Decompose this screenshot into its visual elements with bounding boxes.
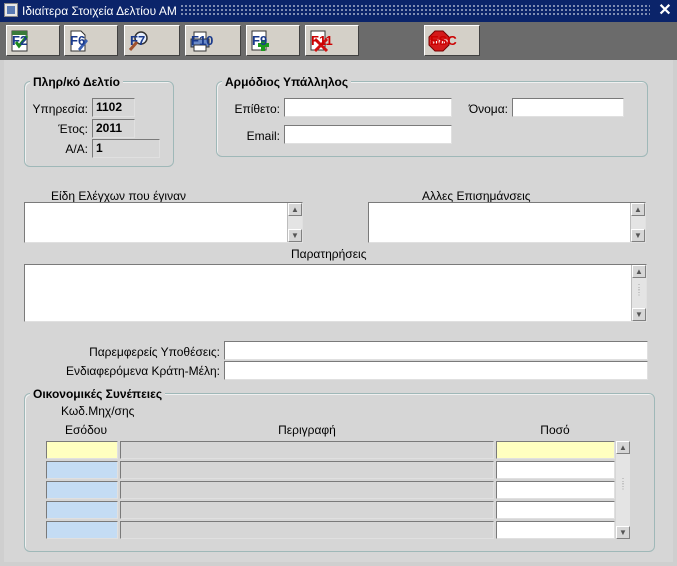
checks-types-textarea[interactable]: ▲ ▼ (24, 202, 303, 243)
year-field[interactable]: 2011 (92, 119, 135, 138)
description-cell[interactable] (120, 501, 494, 519)
aa-label: Α/Α: (65, 142, 88, 156)
title-bar-pattern (180, 4, 650, 16)
email-label: Email: (246, 129, 280, 143)
f2-label: F2 (12, 32, 28, 48)
description-cell[interactable] (120, 481, 494, 499)
code-header-line2: Εσόδου (65, 423, 107, 437)
other-notes-textarea[interactable]: ▲ ▼ (368, 202, 646, 243)
f10-button[interactable]: F10 (185, 25, 241, 56)
amount-cell[interactable] (496, 501, 615, 519)
service-field[interactable]: 1102 (92, 98, 135, 117)
surname-input[interactable] (284, 98, 452, 117)
officer-group (216, 81, 648, 157)
remarks-label: Παρατηρήσεις (291, 247, 367, 261)
scroll-down-icon[interactable]: ▼ (632, 308, 646, 321)
window-app-icon (4, 3, 18, 17)
scroll-up-icon[interactable]: ▲ (288, 203, 302, 216)
description-cell[interactable] (120, 441, 494, 459)
other-notes-scrollbar[interactable]: ▲ ▼ (630, 203, 645, 242)
scroll-down-icon[interactable]: ▼ (631, 229, 645, 242)
scroll-up-icon[interactable]: ▲ (616, 441, 630, 454)
other-notes-label: Αλλες Επισημάνσεις (422, 189, 531, 203)
amount-cell[interactable] (496, 481, 615, 499)
f6-button[interactable]: F6 (64, 25, 118, 56)
year-label: Έτος: (58, 122, 88, 136)
name-label: Όνομα: (468, 102, 508, 116)
f7-button[interactable]: F7 (124, 25, 180, 56)
toolbar: F2 F6 F7 F10 F9 F11 STOP ESC (0, 22, 677, 60)
f10-label: F10 (191, 32, 214, 48)
esc-button[interactable]: STOP ESC (424, 25, 480, 56)
description-cell[interactable] (120, 521, 494, 539)
f6-label: F6 (70, 32, 86, 48)
related-cases-label: Παρεμφερείς Υποθέσεις: (89, 345, 220, 359)
amount-cell[interactable] (496, 441, 615, 459)
checks-types-scrollbar[interactable]: ▲ ▼ (287, 203, 302, 242)
email-input[interactable] (284, 125, 452, 144)
scroll-up-icon[interactable]: ▲ (631, 203, 645, 216)
scroll-grip-icon: ⋮ ⋮ (619, 477, 628, 491)
name-input[interactable] (512, 98, 624, 117)
f11-label: F11 (311, 32, 333, 48)
member-states-label: Ενδιαφερόμενα Κράτη-Μέλη: (66, 364, 220, 378)
amount-header: Ποσό (540, 423, 570, 437)
f9-button[interactable]: F9 (246, 25, 300, 56)
revenue-code-cell[interactable] (46, 521, 118, 539)
bulletin-info-title: Πληρ/κό Δελτίο (30, 75, 123, 89)
f11-button[interactable]: F11 (305, 25, 359, 56)
window-title: Ιδιαίτερα Στοιχεία Δελτίου ΑΜ (22, 4, 177, 18)
financial-group-title: Οικονομικές Συνέπειες (30, 387, 166, 401)
member-states-input[interactable] (224, 361, 648, 380)
f9-label: F9 (252, 32, 268, 48)
amount-cell[interactable] (496, 461, 615, 479)
revenue-code-cell[interactable] (46, 501, 118, 519)
service-label: Υπηρεσία: (32, 102, 88, 116)
related-cases-input[interactable] (224, 341, 648, 360)
close-icon[interactable]: ✕ (656, 2, 674, 20)
revenue-code-cell[interactable] (46, 461, 118, 479)
description-cell[interactable] (120, 461, 494, 479)
scroll-down-icon[interactable]: ▼ (616, 526, 630, 539)
surname-label: Επίθετο: (234, 102, 280, 116)
f2-button[interactable]: F2 (6, 25, 60, 56)
f7-label: F7 (130, 32, 146, 48)
financial-scrollbar[interactable]: ▲ ⋮ ⋮ ▼ (616, 441, 630, 539)
esc-label: ESC (430, 32, 457, 48)
checks-types-label: Είδη Ελέγχων που έγιναν (51, 189, 187, 203)
revenue-code-cell[interactable] (46, 481, 118, 499)
description-header: Περιγραφή (278, 423, 336, 437)
scroll-up-icon[interactable]: ▲ (632, 265, 646, 278)
remarks-scrollbar[interactable]: ▲ ⋮ ⋮ ▼ (631, 265, 646, 321)
remarks-textarea[interactable]: ▲ ⋮ ⋮ ▼ (24, 264, 647, 322)
code-header-line1: Κωδ.Μηχ/σης (61, 404, 135, 418)
financial-scrollbar-track[interactable]: ▲ ⋮ ⋮ ▼ (616, 441, 630, 539)
scroll-down-icon[interactable]: ▼ (288, 229, 302, 242)
amount-cell[interactable] (496, 521, 615, 539)
aa-field[interactable]: 1 (92, 139, 160, 158)
officer-group-title: Αρμόδιος Υπάλληλος (222, 75, 352, 89)
revenue-code-cell[interactable] (46, 441, 118, 459)
scroll-grip-icon: ⋮ ⋮ (635, 283, 644, 297)
